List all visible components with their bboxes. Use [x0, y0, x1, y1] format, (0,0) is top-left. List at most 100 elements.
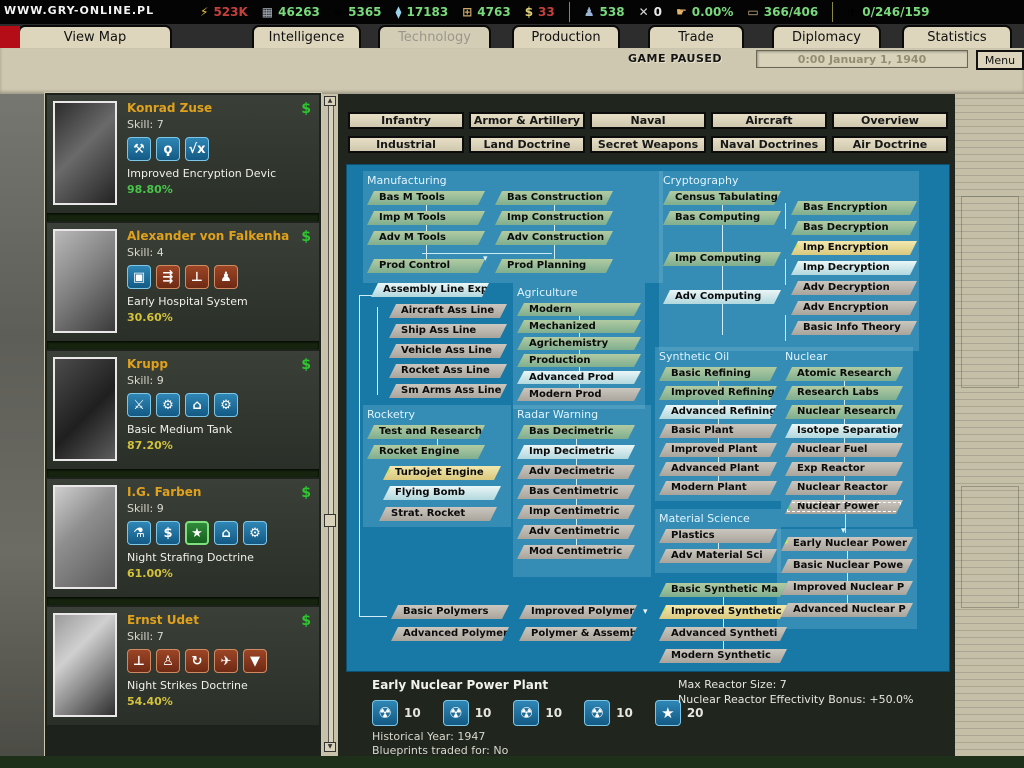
tech-box-turbojet-engine[interactable]: Turbojet Engine: [383, 466, 501, 480]
tech-box-adv-centimetric[interactable]: Adv Centimetric: [517, 525, 635, 539]
tech-tab-infantry[interactable]: Infantry: [348, 112, 464, 129]
tech-box-advanced-refining[interactable]: Advanced Refining: [659, 405, 777, 419]
tech-box-bas-m-tools[interactable]: Bas M Tools: [367, 191, 485, 205]
tech-box-early-nuclear-power[interactable]: Early Nuclear Power: [781, 537, 913, 551]
tech-box-agrichemistry[interactable]: Agrichemistry: [517, 337, 641, 350]
tech-box-bas-computing[interactable]: Bas Computing: [663, 211, 781, 225]
tech-box-assembly-line-exp[interactable]: Assembly Line Exp: [371, 283, 489, 297]
tech-box-exp-reactor[interactable]: Exp Reactor: [785, 462, 903, 476]
tech-box-advanced-plant[interactable]: Advanced Plant: [659, 462, 777, 476]
tech-box-improved-refining[interactable]: Improved Refining: [659, 386, 777, 400]
tech-tab-industrial[interactable]: Industrial: [348, 136, 464, 153]
tech-box-bas-decimetric[interactable]: Bas Decimetric: [517, 425, 635, 439]
tech-box-vehicle-ass-line[interactable]: Vehicle Ass Line: [389, 344, 507, 358]
tech-box-plastics[interactable]: Plastics: [659, 529, 777, 543]
tech-tab-aircraft[interactable]: Aircraft: [711, 112, 827, 129]
scrollbar-down-arrow[interactable]: ▼: [324, 742, 336, 752]
tech-box-modern-synthetic[interactable]: Modern Synthetic: [659, 649, 787, 663]
tech-box-basic-plant[interactable]: Basic Plant: [659, 424, 777, 438]
tech-box-census-tabulating[interactable]: Census Tabulating: [663, 191, 781, 205]
tech-box-basic-polymers[interactable]: Basic Polymers: [391, 605, 509, 619]
nav-tab-intelligence[interactable]: Intelligence: [252, 25, 361, 48]
tech-box-modern[interactable]: Modern: [517, 303, 641, 316]
tech-box-polymer-assembly[interactable]: Polymer & Assembly: [519, 627, 637, 641]
tech-box-basic-refining[interactable]: Basic Refining: [659, 367, 777, 381]
funding-dollar-icon[interactable]: $: [301, 613, 311, 629]
funding-dollar-icon[interactable]: $: [301, 357, 311, 373]
funding-dollar-icon[interactable]: $: [301, 229, 311, 245]
tech-box-basic-nuclear-powe[interactable]: Basic Nuclear Powe: [781, 559, 913, 573]
tech-box-isotope-separation[interactable]: Isotope Separation: [785, 424, 903, 438]
tech-box-advanced-polymers[interactable]: Advanced Polymers: [391, 627, 509, 641]
tech-box-nuclear-reactor[interactable]: Nuclear Reactor: [785, 481, 903, 495]
tech-box-sm-arms-ass-line[interactable]: Sm Arms Ass Line: [389, 384, 507, 398]
tech-box-improved-polymers[interactable]: Improved Polymers: [519, 605, 637, 619]
sidebar-scrollbar[interactable]: ▲ ▼: [323, 96, 337, 752]
tech-box-research-labs[interactable]: Research Labs: [785, 386, 903, 400]
tech-box-aircraft-ass-line[interactable]: Aircraft Ass Line: [389, 304, 507, 318]
nav-tab-trade[interactable]: Trade: [648, 25, 744, 48]
scrollbar-track[interactable]: [328, 106, 334, 742]
tech-box-basic-info-theory[interactable]: Basic Info Theory: [791, 321, 917, 335]
tech-box-imp-m-tools[interactable]: Imp M Tools: [367, 211, 485, 225]
menu-button[interactable]: Menu: [976, 50, 1024, 70]
scrollbar-thumb[interactable]: [324, 514, 336, 527]
tech-box-bas-decryption[interactable]: Bas Decryption: [791, 221, 917, 235]
tech-tab-armor-artillery[interactable]: Armor & Artillery: [469, 112, 585, 129]
tech-box-rocket-ass-line[interactable]: Rocket Ass Line: [389, 364, 507, 378]
tech-tab-overview[interactable]: Overview: [832, 112, 948, 129]
team-card[interactable]: Alexander von FalkenhaSkill: 4▣⇶⊥♟Early …: [47, 223, 319, 341]
tech-box-basic-synthetic-ma[interactable]: Basic Synthetic Ma: [659, 583, 787, 597]
tech-box-advanced-syntheti[interactable]: Advanced Syntheti: [659, 627, 787, 641]
tech-box-improved-synthetic[interactable]: Improved Synthetic: [659, 605, 787, 619]
tech-box-imp-computing[interactable]: Imp Computing: [663, 252, 781, 266]
tech-box-adv-decryption[interactable]: Adv Decryption: [791, 281, 917, 295]
tech-box-improved-nuclear-p[interactable]: Improved Nuclear P: [781, 581, 913, 595]
tech-box-imp-decryption[interactable]: Imp Decryption: [791, 261, 917, 275]
tech-box-mod-centimetric[interactable]: Mod Centimetric: [517, 545, 635, 559]
tech-box-bas-centimetric[interactable]: Bas Centimetric: [517, 485, 635, 499]
team-card[interactable]: KruppSkill: 9⚔⚙⌂⚙Basic Medium Tank87.20%…: [47, 351, 319, 469]
tech-box-atomic-research[interactable]: Atomic Research: [785, 367, 903, 381]
tech-box-mechanized[interactable]: Mechanized: [517, 320, 641, 333]
tech-box-flying-bomb[interactable]: Flying Bomb: [383, 486, 501, 500]
tech-box-advanced-prod[interactable]: Advanced Prod: [517, 371, 641, 384]
funding-dollar-icon[interactable]: $: [301, 485, 311, 501]
tech-tab-air-doctrine[interactable]: Air Doctrine: [832, 136, 948, 153]
tech-box-prod-planning[interactable]: Prod Planning: [495, 259, 613, 273]
tech-box-improved-plant[interactable]: Improved Plant: [659, 443, 777, 457]
tech-box-rocket-engine[interactable]: Rocket Engine: [367, 445, 485, 459]
nav-tab-production[interactable]: Production: [512, 25, 620, 48]
team-card[interactable]: I.G. FarbenSkill: 9⚗$★⌂⚙Night Strafing D…: [47, 479, 319, 597]
team-card[interactable]: Ernst UdetSkill: 7⊥♙↻✈▼Night Strikes Doc…: [47, 607, 319, 725]
tech-box-bas-encryption[interactable]: Bas Encryption: [791, 201, 917, 215]
tech-box-adv-computing[interactable]: Adv Computing: [663, 290, 781, 304]
tech-box-adv-m-tools[interactable]: Adv M Tools: [367, 231, 485, 245]
nav-tab-statistics[interactable]: Statistics: [902, 25, 1012, 48]
scrollbar-up-arrow[interactable]: ▲: [324, 96, 336, 106]
nav-tab-view-map[interactable]: View Map: [18, 25, 172, 48]
tech-tab-naval[interactable]: Naval: [590, 112, 706, 129]
tech-box-imp-construction[interactable]: Imp Construction: [495, 211, 613, 225]
tech-box-adv-construction[interactable]: Adv Construction: [495, 231, 613, 245]
tech-box-strat-rocket[interactable]: Strat. Rocket: [379, 507, 497, 521]
tech-box-test-and-research[interactable]: Test and Research: [367, 425, 485, 439]
tech-box-nuclear-fuel[interactable]: Nuclear Fuel: [785, 443, 903, 457]
tech-box-advanced-nuclear-p[interactable]: Advanced Nuclear P: [781, 603, 913, 617]
tech-box-production[interactable]: Production: [517, 354, 641, 367]
tech-tab-secret-weapons[interactable]: Secret Weapons: [590, 136, 706, 153]
tech-box-modern-plant[interactable]: Modern Plant: [659, 481, 777, 495]
tech-box-nuclear-research[interactable]: Nuclear Research: [785, 405, 903, 419]
tech-box-imp-decimetric[interactable]: Imp Decimetric: [517, 445, 635, 459]
tech-box-ship-ass-line[interactable]: Ship Ass Line: [389, 324, 507, 338]
tech-box-adv-material-sci[interactable]: Adv Material Sci: [659, 549, 777, 563]
tech-box-adv-decimetric[interactable]: Adv Decimetric: [517, 465, 635, 479]
funding-dollar-icon[interactable]: $: [301, 101, 311, 117]
nav-tab-technology[interactable]: Technology: [378, 25, 491, 48]
tech-box-prod-control[interactable]: Prod Control: [367, 259, 485, 273]
nav-tab-diplomacy[interactable]: Diplomacy: [772, 25, 881, 48]
tech-box-bas-construction[interactable]: Bas Construction: [495, 191, 613, 205]
tech-tab-land-doctrine[interactable]: Land Doctrine: [469, 136, 585, 153]
tech-box-modern-prod[interactable]: Modern Prod: [517, 388, 641, 401]
tech-box-imp-centimetric[interactable]: Imp Centimetric: [517, 505, 635, 519]
